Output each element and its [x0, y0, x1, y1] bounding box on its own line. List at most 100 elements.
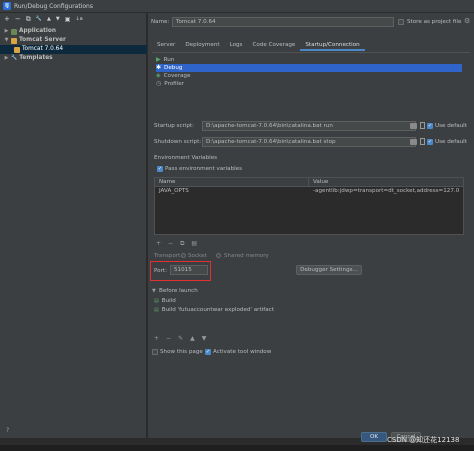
pass-env-label: Pass environment variables	[165, 166, 243, 172]
tab-logs[interactable]: Logs	[225, 40, 248, 51]
tree-item-tomcat-server[interactable]: ▼ Tomcat Server	[4, 36, 146, 45]
activate-tool-window-checkbox[interactable]: ✓	[205, 349, 211, 355]
mode-label: Profiler	[164, 81, 184, 87]
tab-startup-connection[interactable]: Startup/Connection	[300, 40, 365, 51]
folder-icon[interactable]: ▣	[65, 16, 71, 23]
env-value-cell: -agentlib:jdwp=transport=dt_socket,addre…	[313, 188, 459, 194]
chevron-down-icon[interactable]: ▼	[152, 288, 156, 294]
gear-icon[interactable]: ⚙	[464, 17, 470, 25]
title-bar: IJ Run/Debug Configurations	[0, 0, 474, 13]
browse-folder-icon[interactable]	[410, 123, 417, 129]
list-item[interactable]: ▤ Build 'futuaccountwar exploded' artifa…	[154, 306, 464, 315]
chevron-right-icon[interactable]: ▶	[4, 54, 9, 63]
tab-server[interactable]: Server	[152, 40, 180, 51]
remove-icon[interactable]: −	[166, 335, 171, 342]
window-title: Run/Debug Configurations	[14, 2, 93, 10]
pass-env-checkbox[interactable]: ✓	[157, 166, 163, 172]
mode-run[interactable]: ▶ Run	[156, 56, 462, 64]
move-down-icon[interactable]: ▼	[56, 16, 60, 22]
add-icon[interactable]: +	[156, 240, 161, 247]
debugger-settings-button[interactable]: Debugger Settings...	[296, 265, 362, 275]
mode-debug[interactable]: ✱ Debug	[156, 64, 462, 72]
transport-label: Transport:	[154, 253, 183, 259]
shared-memory-radio[interactable]	[216, 253, 221, 258]
mode-label: Coverage	[163, 73, 191, 79]
coverage-icon: ◈	[156, 72, 161, 79]
configurations-tree-pane: + − ⧉ 🔧 ▲ ▼ ▣ ↓a ▶ Application ▼ Tomcat …	[0, 13, 147, 438]
paste-icon[interactable]: ▤	[191, 240, 197, 247]
app-icon: IJ	[3, 2, 11, 10]
tree-label: Tomcat 7.0.64	[22, 46, 64, 52]
col-name-header[interactable]: Name	[155, 178, 309, 186]
mode-profiler[interactable]: ◷ Profiler	[156, 80, 462, 88]
browse-folder-icon[interactable]	[410, 139, 417, 145]
add-icon[interactable]: +	[4, 15, 10, 23]
show-page-checkbox[interactable]	[152, 349, 158, 355]
document-icon[interactable]	[420, 122, 425, 129]
remove-icon[interactable]: −	[15, 15, 21, 23]
tab-code-coverage[interactable]: Code Coverage	[247, 40, 300, 51]
port-field[interactable]: 51015	[170, 265, 208, 275]
use-default-label: Use default	[435, 123, 467, 129]
tomcat-icon	[14, 46, 20, 53]
before-launch-title: Before launch	[159, 288, 198, 294]
use-default-shutdown-checkbox[interactable]: ✓	[427, 139, 433, 145]
col-value-header[interactable]: Value	[309, 178, 328, 186]
tree-item-application[interactable]: ▶ Application	[4, 27, 146, 36]
shutdown-script-field[interactable]: D:\apache-tomcat-7.0.64\bin\catalina.bat…	[202, 137, 416, 147]
copy-icon[interactable]: ⧉	[180, 240, 184, 248]
list-item[interactable]: ▤ Build	[154, 297, 464, 306]
watermark: CSDN @知还花12138	[387, 436, 460, 444]
configuration-editor: Name: Tomcat 7.0.64 Store as project fil…	[148, 13, 474, 442]
mode-coverage[interactable]: ◈ Coverage	[156, 72, 462, 80]
before-launch-toolbar: + − ✎ ▲ ▼	[154, 334, 206, 343]
name-label: Name:	[151, 19, 170, 25]
env-name-cell: JAVA_OPTS	[159, 188, 189, 194]
show-page-label: Show this page	[160, 349, 203, 355]
move-up-icon[interactable]: ▲	[47, 16, 51, 22]
ok-button[interactable]: OK	[361, 432, 387, 442]
shutdown-script-label: Shutdown script:	[154, 139, 202, 145]
env-table-toolbar: + − ⧉ ▤	[156, 239, 197, 248]
tab-divider	[152, 52, 470, 53]
use-default-startup-checkbox[interactable]: ✓	[427, 123, 433, 129]
remove-icon[interactable]: −	[168, 240, 173, 247]
port-label: Port:	[154, 268, 167, 274]
help-icon[interactable]: ?	[6, 427, 9, 434]
bottom-strip	[0, 445, 474, 451]
document-icon[interactable]	[420, 138, 425, 145]
table-row[interactable]: JAVA_OPTS -agentlib:jdwp=transport=dt_so…	[155, 187, 463, 196]
mode-label: Debug	[164, 65, 183, 71]
debug-icon: ✱	[156, 64, 162, 71]
name-field[interactable]: Tomcat 7.0.64	[172, 17, 394, 27]
edit-icon[interactable]: ✎	[178, 335, 183, 342]
add-icon[interactable]: +	[154, 335, 159, 342]
chevron-right-icon[interactable]: ▶	[4, 27, 9, 36]
chevron-down-icon[interactable]: ▼	[4, 36, 9, 45]
use-default-label: Use default	[435, 139, 467, 145]
build-icon: ▤	[154, 298, 159, 304]
wrench-icon: 🔧	[11, 55, 18, 61]
tab-deployment[interactable]: Deployment	[180, 40, 224, 51]
env-table: Name Value JAVA_OPTS -agentlib:jdwp=tran…	[154, 177, 464, 235]
env-section-title: Environment Variables	[154, 155, 218, 161]
application-icon	[11, 28, 17, 35]
socket-label: Socket	[188, 253, 207, 259]
tree-item-templates[interactable]: ▶ 🔧 Templates	[4, 54, 146, 63]
tree-label: Application	[19, 28, 56, 34]
sort-icon[interactable]: ↓a	[75, 16, 82, 22]
socket-radio[interactable]	[181, 253, 186, 258]
tree-item-tomcat-7[interactable]: Tomcat 7.0.64	[0, 45, 147, 54]
tree-toolbar: + − ⧉ 🔧 ▲ ▼ ▣ ↓a	[0, 13, 146, 25]
before-launch-item: Build 'futuaccountwar exploded' artifact	[161, 307, 274, 313]
profiler-icon: ◷	[156, 80, 162, 87]
move-up-icon[interactable]: ▲	[190, 335, 195, 342]
startup-script-field[interactable]: D:\apache-tomcat-7.0.64\bin\catalina.bat…	[202, 121, 416, 131]
move-down-icon[interactable]: ▼	[202, 335, 207, 342]
copy-icon[interactable]: ⧉	[26, 15, 31, 24]
wrench-icon[interactable]: 🔧	[36, 16, 42, 22]
mode-label: Run	[163, 57, 175, 63]
before-launch-item: Build	[161, 298, 176, 304]
tomcat-icon	[11, 37, 17, 44]
store-as-project-checkbox[interactable]	[398, 19, 404, 25]
